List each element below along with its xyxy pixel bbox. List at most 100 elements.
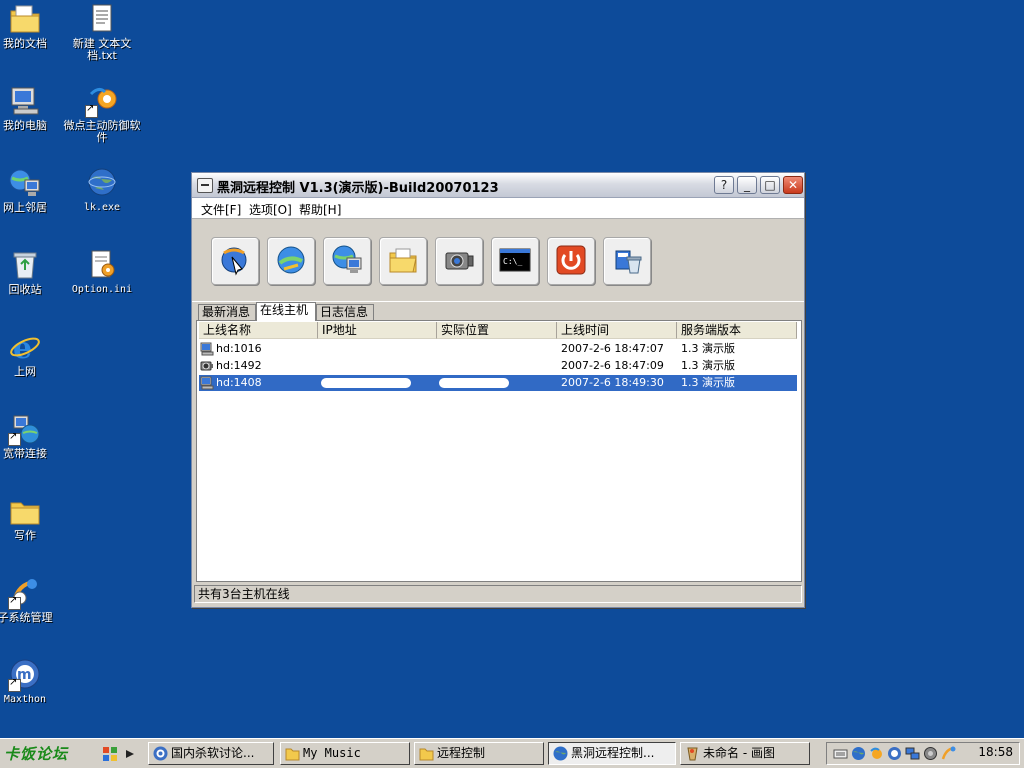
host-name-cell: hd:1408 [216, 376, 262, 389]
taskbar-task-browser[interactable]: 国内杀软讨论... [148, 742, 274, 765]
desktop-icon-writing-folder[interactable]: 写作 [0, 494, 64, 542]
host-camera-icon [200, 359, 214, 373]
network-tray-icon[interactable] [905, 746, 920, 761]
taskbar-task-remote-folder[interactable]: 远程控制 [414, 742, 544, 765]
speaker-tray-icon[interactable] [923, 746, 938, 761]
tab-online-hosts[interactable]: 在线主机 [256, 302, 316, 321]
desktop-icon-option-ini[interactable]: Option.ini [63, 248, 141, 296]
host-name-cell: hd:1016 [216, 342, 262, 355]
host-computer-icon [200, 342, 214, 356]
minimize-button[interactable]: _ [737, 176, 757, 194]
maxthon-icon [153, 746, 168, 761]
antivirus-tray-icon[interactable] [869, 746, 884, 761]
window-titlebar[interactable]: 黑洞远程控制 V1.3(演示版)-Build20070123 ? _ □ ✕ [192, 173, 804, 198]
desktop-icon-my-computer[interactable]: 我的电脑 [0, 84, 64, 132]
remote-tray-icon[interactable] [941, 746, 956, 761]
online-time-cell: 2007-2-6 18:47:07 [561, 342, 664, 355]
desktop-icon-label: 我的文档 [3, 37, 47, 50]
toolbar-computer-button[interactable] [323, 237, 371, 285]
monitor-target-icon [218, 243, 252, 280]
toolbar-screen-button[interactable] [267, 237, 315, 285]
system-clock[interactable]: 18:58 [978, 745, 1013, 759]
maximize-button[interactable]: □ [760, 176, 780, 194]
desktop-icon-label: 微点主动防御软件 [63, 119, 141, 144]
maxthon-tray-icon[interactable] [887, 746, 902, 761]
forum-logo[interactable]: 卡饭论坛 [0, 743, 104, 765]
quick-launch-arrow-icon[interactable] [122, 746, 138, 762]
table-row[interactable]: hd:1492 2007-2-6 18:47:09 1.3 演示版 [199, 358, 797, 374]
toolbar-cmd-button[interactable]: C:\_ [491, 237, 539, 285]
desktop-icon-label: Maxthon [3, 694, 47, 705]
tab-log-info[interactable]: 日志信息 [316, 304, 374, 320]
server-version-cell: 1.3 演示版 [681, 376, 735, 389]
close-button[interactable]: ✕ [783, 176, 803, 194]
task-label: 远程控制 [437, 746, 486, 760]
text-file-icon [85, 2, 119, 36]
desktop-icon-label: 上网 [14, 365, 36, 378]
power-shutdown-icon [554, 243, 588, 280]
table-row[interactable]: hd:1016 2007-2-6 18:47:07 1.3 演示版 [199, 341, 797, 357]
globe-icon [553, 746, 568, 761]
globe-tray-icon[interactable] [851, 746, 866, 761]
svg-text:C:\_: C:\_ [503, 257, 522, 266]
desktop-icon-recycle-bin[interactable]: 回收站 [0, 248, 64, 296]
system-menu-icon[interactable] [197, 178, 213, 193]
column-header-version[interactable]: 服务端版本 [677, 322, 797, 339]
desktop-icon-subsystem-manager[interactable]: 子系统管理 [0, 576, 64, 624]
desktop-icon-internet-explorer[interactable]: e 上网 [0, 330, 64, 378]
column-header-location[interactable]: 实际位置 [437, 322, 557, 339]
keyboard-icon[interactable] [833, 746, 848, 761]
redacted-ip [321, 344, 341, 354]
taskbar: 卡饭论坛 国内杀软讨论... My Music 远程控制 黑洞远程控制... 未… [0, 738, 1024, 768]
menu-help[interactable]: 帮助[H] [299, 201, 341, 218]
desktop-icon-network-places[interactable]: 网上邻居 [0, 166, 64, 214]
folder-icon [8, 494, 42, 528]
folder-icon [285, 746, 300, 761]
desktop-icon-antivirus[interactable]: 微点主动防御软件 [63, 84, 141, 144]
taskbar-task-remote-control[interactable]: 黑洞远程控制... [548, 742, 676, 765]
window-title: 黑洞远程控制 V1.3(演示版)-Build20070123 [217, 181, 499, 196]
desktop-icon-new-text-file[interactable]: 新建 文本文档.txt [63, 2, 141, 62]
toolbar-monitor-button[interactable] [211, 237, 259, 285]
redacted-ip [321, 361, 411, 371]
desktop-icon-lk-exe[interactable]: lk.exe [63, 166, 141, 214]
host-list[interactable]: 上线名称 IP地址 实际位置 上线时间 服务端版本 hd:1016 2007-2… [196, 320, 802, 582]
menu-options[interactable]: 选项[O] [249, 201, 292, 218]
column-header-name[interactable]: 上线名称 [199, 322, 318, 339]
shortcut-arrow-icon [8, 431, 21, 446]
internet-explorer-icon: e [8, 330, 42, 366]
tab-latest-messages[interactable]: 最新消息 [198, 304, 256, 320]
column-header-time[interactable]: 上线时间 [557, 322, 677, 339]
menu-file[interactable]: 文件[F] [201, 201, 241, 218]
online-time-cell: 2007-2-6 18:47:09 [561, 359, 664, 372]
desktop-icon-label: 宽带连接 [3, 447, 47, 460]
shortcut-arrow-icon [8, 677, 21, 692]
desktop-icon-label: Option.ini [71, 284, 133, 295]
server-version-cell: 1.3 演示版 [681, 342, 735, 355]
task-label: My Music [303, 746, 361, 760]
recycle-bin-icon [8, 248, 42, 282]
my-documents-folder-icon [8, 2, 42, 36]
toolbar-shutdown-button[interactable] [547, 237, 595, 285]
redacted-ip [321, 378, 411, 388]
desktop-icon-label: lk.exe [83, 202, 121, 213]
desktop-icon-broadband[interactable]: 宽带连接 [0, 412, 64, 460]
desktop-icon-my-documents[interactable]: 我的文档 [0, 2, 64, 50]
folder-icon [419, 746, 434, 761]
help-button[interactable]: ? [714, 176, 734, 194]
desktop-icon-label: 子系统管理 [0, 611, 53, 624]
uninstall-delete-icon [610, 243, 644, 280]
quick-launch-windows-icon[interactable] [102, 746, 118, 762]
toolbar-uninstall-button[interactable] [603, 237, 651, 285]
network-places-icon [8, 166, 42, 200]
taskbar-task-my-music[interactable]: My Music [280, 742, 410, 765]
system-tray: 18:58 [826, 742, 1020, 765]
desktop-icon-maxthon[interactable]: m Maxthon [0, 658, 64, 706]
table-row-selected[interactable]: hd:1408 2007-2-6 18:49:30 1.3 演示版 [199, 375, 797, 391]
task-label: 未命名 - 画图 [703, 746, 775, 760]
redacted-location [439, 344, 531, 354]
column-header-ip[interactable]: IP地址 [318, 322, 437, 339]
taskbar-task-paint[interactable]: 未命名 - 画图 [680, 742, 810, 765]
toolbar-camera-button[interactable] [435, 237, 483, 285]
toolbar-file-button[interactable] [379, 237, 427, 285]
